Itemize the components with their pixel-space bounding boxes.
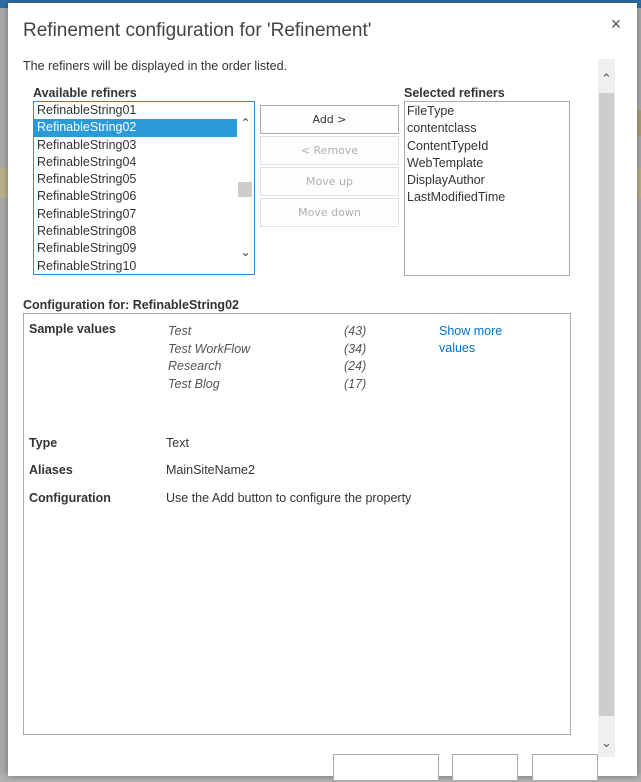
move-up-button[interactable]: Move up — [260, 167, 399, 196]
action-button-column: Add > < Remove Move up Move down — [260, 105, 399, 229]
sample-value-count: (34) — [344, 341, 367, 356]
available-refiner-item[interactable]: RefinableString01 — [34, 102, 237, 119]
dialog-title: Refinement configuration for 'Refinement… — [23, 20, 372, 41]
available-refiner-item[interactable]: RefinableString03 — [34, 137, 237, 154]
sample-value-name: Test Blog — [168, 376, 220, 391]
available-refiner-item[interactable]: RefinableString09 — [34, 240, 237, 257]
add-button[interactable]: Add > — [260, 105, 399, 134]
available-refiner-item[interactable]: RefinableString08 — [34, 223, 237, 240]
selected-refiner-item[interactable]: LastModifiedTime — [405, 189, 569, 206]
sample-values-label: Sample values — [29, 322, 116, 336]
footer-button-3[interactable] — [532, 754, 598, 780]
selected-refiner-item[interactable]: contentclass — [405, 120, 569, 137]
move-down-button[interactable]: Move down — [260, 198, 399, 227]
available-refiners-label: Available refiners — [33, 86, 137, 100]
scroll-down-icon[interactable]: ⌄ — [598, 735, 615, 751]
selected-refiner-item[interactable]: WebTemplate — [405, 155, 569, 172]
aliases-value: MainSiteName2 — [166, 463, 255, 477]
selected-refiner-item[interactable]: ContentTypeId — [405, 138, 569, 155]
selected-refiners-label: Selected refiners — [404, 86, 505, 100]
available-refiner-item[interactable]: RefinableString05 — [34, 171, 237, 188]
type-value: Text — [166, 436, 189, 450]
available-refiners-list[interactable]: RefinableString01 RefinableString02 Refina… — [33, 101, 255, 275]
scrollbar-thumb[interactable] — [238, 182, 252, 197]
aliases-label: Aliases — [29, 463, 73, 477]
available-refiner-item[interactable]: RefinableString04 — [34, 154, 237, 171]
close-icon[interactable]: × — [607, 15, 625, 33]
sample-value-count: (17) — [344, 376, 367, 391]
configuration-panel: Sample values Test (43) Test WorkFlow (34) R… — [23, 313, 571, 735]
footer-button-2[interactable] — [452, 754, 518, 780]
selected-refiners-list[interactable]: FileType contentclass ContentTypeId WebTemp… — [404, 101, 570, 276]
scroll-up-icon[interactable]: ⌃ — [237, 116, 254, 130]
footer-button-1[interactable] — [333, 754, 439, 780]
refinement-config-dialog: Refinement configuration for 'Refinement… — [8, 3, 637, 780]
scrollbar-thumb[interactable] — [599, 93, 614, 716]
type-label: Type — [29, 436, 58, 450]
available-refiner-item[interactable]: RefinableString06 — [34, 188, 237, 205]
configuration-value: Use the Add button to configure the prop… — [166, 491, 412, 505]
available-list-scrollbar[interactable]: ⌃ ⌄ — [237, 102, 254, 274]
remove-button[interactable]: < Remove — [260, 136, 399, 165]
selected-refiner-item[interactable]: DisplayAuthor — [405, 172, 569, 189]
intro-text: The refiners will be displayed in the or… — [23, 59, 288, 73]
configuration-label: Configuration — [29, 491, 111, 505]
sample-value-name: Research — [168, 359, 222, 373]
scroll-up-icon[interactable]: ⌃ — [598, 71, 615, 87]
sample-value-name: Test — [168, 324, 192, 338]
scroll-down-icon[interactable]: ⌄ — [237, 245, 254, 259]
available-refiner-item[interactable]: RefinableString02 — [34, 119, 237, 137]
sample-value-count: (24) — [344, 359, 367, 373]
configuration-heading: Configuration for: RefinableString02 — [23, 298, 239, 312]
show-more-values-link[interactable]: Show more values — [439, 323, 519, 357]
available-refiner-item[interactable]: RefinableString10 — [34, 258, 237, 274]
dialog-scrollbar[interactable]: ⌃ ⌄ — [598, 59, 615, 757]
sample-value-count: (43) — [344, 324, 367, 338]
selected-refiner-item[interactable]: FileType — [405, 103, 569, 120]
available-refiner-item[interactable]: RefinableString07 — [34, 206, 237, 223]
sample-value-name: Test WorkFlow — [168, 341, 251, 356]
